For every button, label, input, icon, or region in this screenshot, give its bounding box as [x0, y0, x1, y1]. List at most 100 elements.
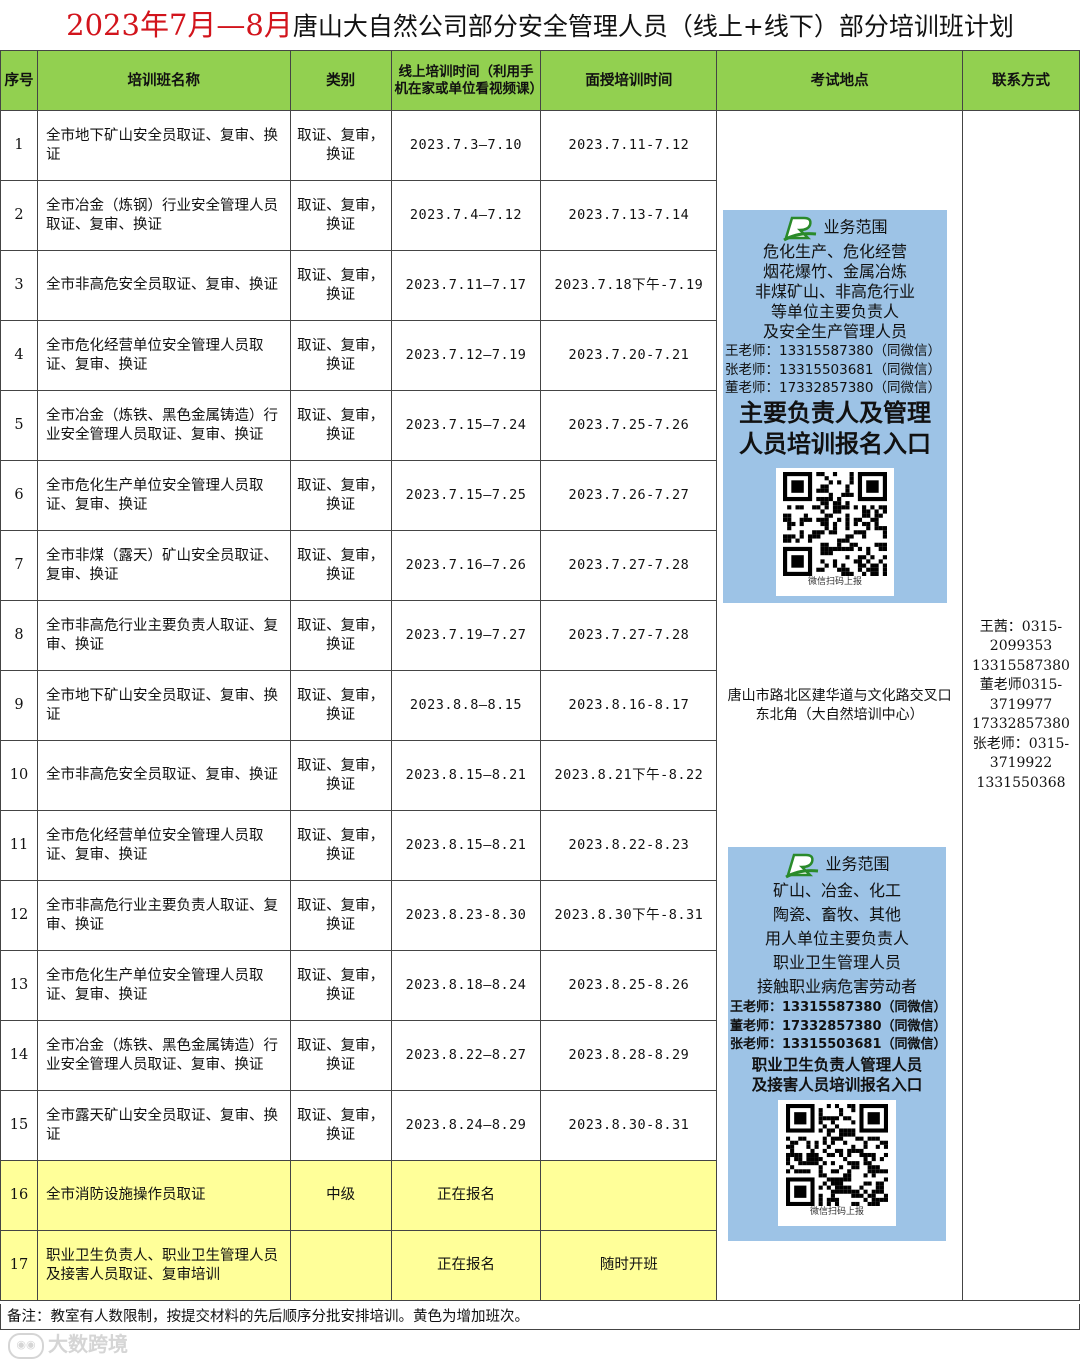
row-offline-period: 2023.8.30下午-8.31 — [540, 880, 718, 951]
row-seq: 1 — [0, 110, 38, 181]
row-online-period: 2023.8.18—8.24 — [390, 950, 542, 1021]
panel2-line: 接触职业病危害劳动者 — [756, 977, 917, 996]
row-category: 取证、复审，换证 — [289, 600, 392, 671]
row-offline-period: 随时开班 — [540, 1230, 718, 1301]
row-online-period: 2023.7.19—7.27 — [390, 600, 542, 671]
row-offline-period: 2023.8.22-8.23 — [540, 810, 718, 881]
panel2-qr-box[interactable]: 微信扫码上报 — [778, 1099, 896, 1226]
row-online-period: 2023.7.12—7.19 — [390, 320, 542, 391]
row-seq: 13 — [0, 950, 38, 1021]
qr-code-icon[interactable] — [786, 1100, 888, 1206]
row-course-name: 全市冶金（炼铁、黑色金属铸造）行业安全管理人员取证、复审、换证 — [36, 390, 291, 461]
panel2-qr-caption: 微信扫码上报 — [809, 1206, 864, 1217]
watermark-text: 大数跨境 — [48, 1332, 128, 1356]
row-online-period: 2023.7.4—7.12 — [390, 180, 542, 251]
watermark: ◉◉ 大数跨境 — [8, 1330, 128, 1359]
panel2-line: 用人单位主要负责人 — [764, 929, 909, 948]
row-online-period: 2023.8.22—8.27 — [390, 1020, 542, 1091]
row-category — [289, 1230, 392, 1301]
panel2-line: 陶瓷、畜牧、其他 — [772, 905, 901, 924]
panel1-cta: 人员培训报名入口 — [739, 429, 931, 458]
row-online-period: 2023.7.15—7.25 — [390, 460, 542, 531]
panel1-line: 及安全生产管理人员 — [762, 322, 907, 341]
header-contact: 联系方式 — [961, 50, 1080, 111]
row-offline-period: 2023.8.21下午-8.22 — [540, 740, 718, 811]
row-online-period: 2023.7.16—7.26 — [390, 530, 542, 601]
row-seq: 2 — [0, 180, 38, 251]
panel1-contact: 张老师：13315503681（同微信） — [725, 361, 941, 378]
row-category: 取证、复审，换证 — [289, 110, 392, 181]
row-category: 取证、复审，换证 — [289, 460, 392, 531]
safety-training-panel: 业务范围 危化生产、危化经营 烟花爆竹、金属冶炼 非煤矿山、非高危行业 等单位主… — [723, 210, 947, 603]
panel1-contact: 董老师：17332857380（同微信） — [725, 380, 941, 396]
panel1-line: 烟花爆竹、金属冶炼 — [762, 262, 907, 281]
header-online: 线上培训时间（利用手机在家或单位看视频课） — [390, 50, 542, 111]
contact-line: 3719922 — [989, 755, 1053, 772]
panel2-cta: 职业卫生负责人管理人员 — [751, 1055, 923, 1074]
row-course-name: 全市危化经营单位安全管理人员取证、复审、换证 — [36, 320, 291, 391]
contact-line: 1331550368 — [976, 774, 1066, 791]
row-seq: 15 — [0, 1090, 38, 1161]
row-course-name: 全市非高危安全员取证、复审、换证 — [36, 250, 291, 321]
row-course-name: 全市消防设施操作员取证 — [36, 1160, 291, 1231]
title-date-range: 2023年7月—8月 — [66, 8, 293, 42]
contact-line: 2099353 — [989, 638, 1053, 655]
header-location: 考试地点 — [716, 50, 963, 111]
row-category: 中级 — [289, 1160, 392, 1231]
panel2-line: 职业卫生管理人员 — [772, 953, 901, 972]
row-offline-period — [540, 1160, 718, 1231]
panel2-heading-text: 业务范围 — [825, 854, 890, 874]
header-seq: 序号 — [0, 50, 38, 111]
occupational-health-panel: 业务范围 矿山、冶金、化工 陶瓷、畜牧、其他 用人单位主要负责人 职业卫生管理人… — [728, 847, 947, 1241]
row-online-period: 2023.8.8—8.15 — [390, 670, 542, 741]
row-category: 取证、复审，换证 — [289, 530, 392, 601]
row-category: 取证、复审，换证 — [289, 1020, 392, 1091]
panel2-cta: 及接害人员培训报名入口 — [751, 1075, 923, 1094]
contact-line: 17332857380 — [971, 716, 1070, 733]
row-seq: 16 — [0, 1160, 38, 1231]
row-seq: 6 — [0, 460, 38, 531]
row-category: 取证、复审，换证 — [289, 1090, 392, 1161]
row-online-period: 2023.8.15—8.21 — [390, 740, 542, 811]
row-course-name: 全市非高危行业主要负责人取证、复审、换证 — [36, 600, 291, 671]
row-category: 取证、复审，换证 — [289, 670, 392, 741]
contact-line: 董老师0315- — [979, 677, 1063, 694]
row-seq: 17 — [0, 1230, 38, 1301]
company-logo-icon — [785, 853, 819, 879]
panel1-qr-box[interactable]: 微信扫码上报 — [776, 467, 894, 596]
row-offline-period: 2023.7.27-7.28 — [540, 600, 718, 671]
panel2-contact: 董老师：17332857380（同微信） — [730, 1018, 947, 1034]
row-course-name: 全市危化生产单位安全管理人员取证、复审、换证 — [36, 950, 291, 1021]
row-offline-period: 2023.7.20-7.21 — [540, 320, 718, 391]
row-category: 取证、复审，换证 — [289, 320, 392, 391]
page-title: 2023年7月—8月唐山大自然公司部分安全管理人员（线上+线下）部分培训班计划 — [0, 0, 1080, 50]
row-course-name: 全市非高危安全员取证、复审、换证 — [36, 740, 291, 811]
panel1-qr-caption: 微信扫码上报 — [807, 576, 862, 587]
row-seq: 14 — [0, 1020, 38, 1091]
row-seq: 5 — [0, 390, 38, 461]
row-offline-period: 2023.8.16-8.17 — [540, 670, 718, 741]
panel2-line: 矿山、冶金、化工 — [772, 881, 901, 900]
contact-line: 13315587380 — [971, 657, 1070, 674]
panel1-cta: 主要负责人及管理 — [739, 398, 931, 427]
panel2-contact: 张老师：13315503681（同微信） — [730, 1037, 947, 1052]
row-category: 取证、复审，换证 — [289, 880, 392, 951]
row-online-period: 2023.7.11—7.17 — [390, 250, 542, 321]
company-logo-icon — [783, 216, 817, 242]
contact-line: 王茜：0315- — [979, 618, 1063, 635]
row-online-period: 正在报名 — [390, 1160, 542, 1231]
exam-location-text: 唐山市路北区建华道与文化路交叉口东北角（大自然培训中心） — [727, 687, 952, 723]
row-course-name: 全市非煤（露天）矿山安全员取证、复审、换证 — [36, 530, 291, 601]
row-seq: 7 — [0, 530, 38, 601]
row-category: 取证、复审，换证 — [289, 250, 392, 321]
qr-code-icon[interactable] — [783, 468, 887, 576]
panel2-heading: 业务范围 — [728, 851, 946, 879]
row-offline-period: 2023.7.25-7.26 — [540, 390, 718, 461]
row-course-name: 全市露天矿山安全员取证、复审、换证 — [36, 1090, 291, 1161]
row-seq: 12 — [0, 880, 38, 951]
row-course-name: 全市冶金（炼铁、黑色金属铸造）行业安全管理人员取证、复审、换证 — [36, 1020, 291, 1091]
footer-note: 备注：教室有人数限制，按提交材料的先后顺序分批安排培训。黄色为增加班次。 — [0, 1304, 1080, 1330]
row-online-period: 2023.8.24—8.29 — [390, 1090, 542, 1161]
row-category: 取证、复审，换证 — [289, 180, 392, 251]
panel2-contact: 王老师：13315587380（同微信） — [730, 1000, 947, 1015]
